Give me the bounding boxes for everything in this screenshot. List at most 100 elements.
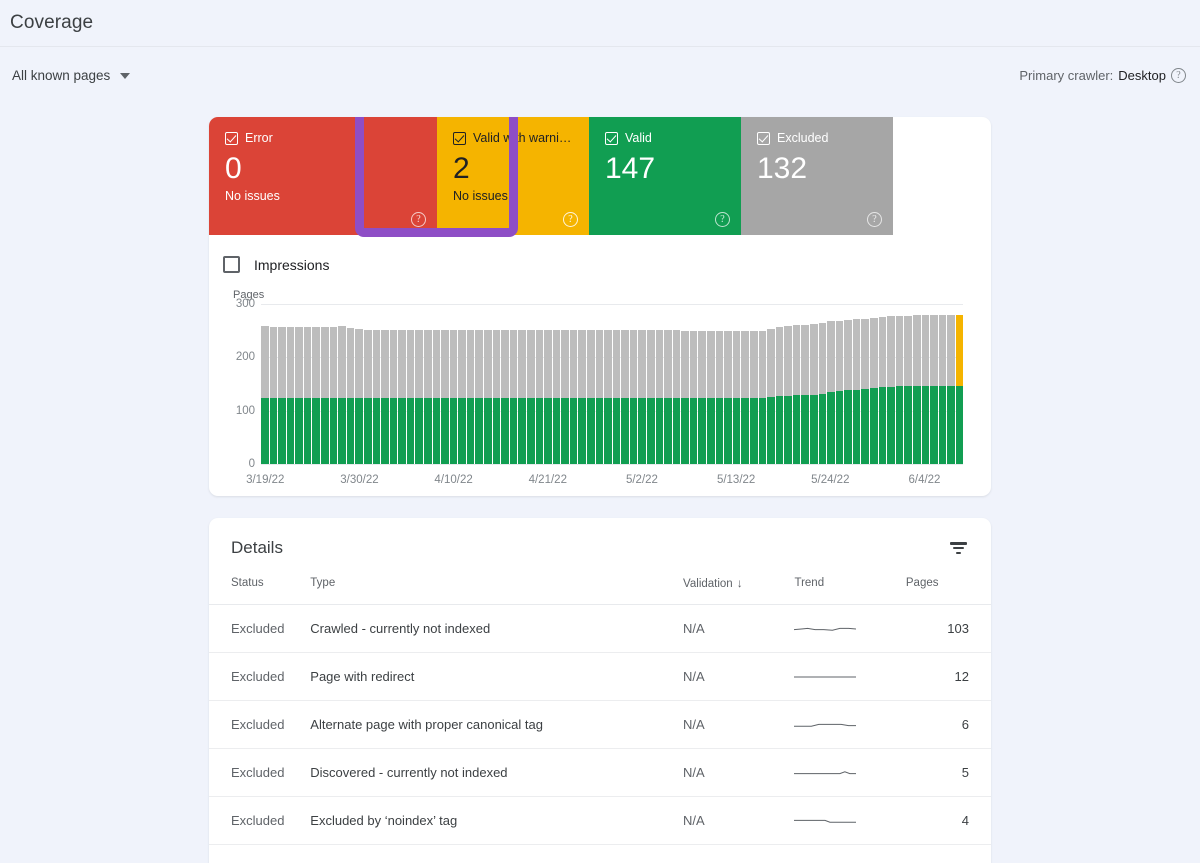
chart-bar[interactable] xyxy=(707,304,715,464)
chart-bar[interactable] xyxy=(767,304,775,464)
table-row[interactable]: ExcludedDuplicate, submitted URL not sel… xyxy=(209,844,991,863)
checkbox-checked-icon[interactable] xyxy=(757,131,770,145)
chart-bar[interactable] xyxy=(346,304,355,464)
chart-bar[interactable] xyxy=(389,304,398,464)
chart-bar[interactable] xyxy=(501,304,509,464)
chart-bar[interactable] xyxy=(303,304,312,464)
table-row[interactable]: Excluded Crawled - currently not indexed N… xyxy=(209,604,991,653)
help-icon[interactable]: ? xyxy=(1171,68,1186,83)
chart-bar[interactable] xyxy=(689,304,698,464)
chart-bar[interactable] xyxy=(724,304,732,464)
chart-bar[interactable] xyxy=(749,304,758,464)
chart-bar[interactable] xyxy=(544,304,552,464)
chart-bar[interactable] xyxy=(681,304,689,464)
column-header-validation[interactable]: Validation ↓ xyxy=(683,570,795,605)
chart-bar[interactable] xyxy=(887,304,895,464)
chart-bar[interactable] xyxy=(895,304,904,464)
chart-bar[interactable] xyxy=(423,304,432,464)
chart-bar[interactable] xyxy=(878,304,887,464)
help-icon[interactable]: ? xyxy=(715,212,730,227)
chart-bar[interactable] xyxy=(261,304,269,464)
chart-bar[interactable] xyxy=(758,304,767,464)
chart-bar[interactable] xyxy=(947,304,955,464)
chart-bar[interactable] xyxy=(449,304,458,464)
chart-bar[interactable] xyxy=(852,304,861,464)
column-header-type[interactable]: Type xyxy=(310,570,684,605)
chart-bar[interactable] xyxy=(818,304,827,464)
chart-bar[interactable] xyxy=(861,304,870,464)
chart-bar[interactable] xyxy=(904,304,912,464)
chart-bar[interactable] xyxy=(827,304,835,464)
chart-bar[interactable] xyxy=(484,304,492,464)
chart-bar[interactable] xyxy=(647,304,655,464)
chart-bar[interactable] xyxy=(844,304,852,464)
chart-bar[interactable] xyxy=(509,304,518,464)
chart-bar[interactable] xyxy=(612,304,621,464)
chart-bar[interactable] xyxy=(518,304,526,464)
chart-bar[interactable] xyxy=(698,304,707,464)
chart-bar[interactable] xyxy=(466,304,475,464)
chart-bar[interactable] xyxy=(938,304,947,464)
help-icon[interactable]: ? xyxy=(563,212,578,227)
chart-bar[interactable] xyxy=(406,304,415,464)
chart-bar[interactable] xyxy=(604,304,612,464)
chart-bar[interactable] xyxy=(741,304,749,464)
chart-bar[interactable] xyxy=(269,304,278,464)
status-card-valid[interactable]: Valid 147 ? xyxy=(589,117,741,235)
chart-bar[interactable] xyxy=(621,304,629,464)
chart-bar[interactable] xyxy=(286,304,295,464)
chart-bar[interactable] xyxy=(870,304,878,464)
impressions-toggle[interactable]: Impressions xyxy=(209,235,991,273)
chart-bar[interactable] xyxy=(526,304,535,464)
checkbox-checked-icon[interactable] xyxy=(453,131,466,145)
table-row[interactable]: Excluded Excluded by ‘noindex’ tag N/A 4 xyxy=(209,796,991,845)
chart-bar[interactable] xyxy=(398,304,406,464)
table-row[interactable]: Excluded Discovered - currently not index… xyxy=(209,748,991,797)
chart-bar[interactable] xyxy=(415,304,423,464)
column-header-trend[interactable]: Trend xyxy=(794,570,906,605)
chart-bar[interactable] xyxy=(672,304,681,464)
chart-bar[interactable] xyxy=(492,304,501,464)
filter-icon[interactable] xyxy=(947,539,969,557)
chart-bar[interactable] xyxy=(595,304,604,464)
chart-bar[interactable] xyxy=(638,304,647,464)
chart-bar[interactable] xyxy=(312,304,321,464)
chart-bar[interactable] xyxy=(835,304,844,464)
chart-bar[interactable] xyxy=(295,304,303,464)
column-header-pages[interactable]: Pages xyxy=(905,570,991,605)
chart-bar[interactable] xyxy=(792,304,801,464)
table-row[interactable]: Excluded Alternate page with proper canon… xyxy=(209,700,991,749)
status-card-valid-with-warnings[interactable]: Valid with warnin… 2 No issues ? xyxy=(437,117,589,235)
chart-bar[interactable] xyxy=(372,304,381,464)
chart-bar[interactable] xyxy=(552,304,561,464)
chart-bar[interactable] xyxy=(775,304,784,464)
chart-bar[interactable] xyxy=(784,304,792,464)
chart-bar[interactable] xyxy=(561,304,569,464)
chart-bar[interactable] xyxy=(535,304,544,464)
status-card-error[interactable]: Error 0 No issues ? xyxy=(209,117,437,235)
chart-bar[interactable] xyxy=(321,304,329,464)
all-known-pages-dropdown[interactable]: All known pages xyxy=(10,64,132,87)
chart-bar[interactable] xyxy=(664,304,672,464)
chart-bar[interactable] xyxy=(363,304,372,464)
chart-bar[interactable] xyxy=(810,304,818,464)
help-icon[interactable]: ? xyxy=(411,212,426,227)
chart-bar[interactable] xyxy=(432,304,441,464)
chart-bar[interactable] xyxy=(586,304,595,464)
chart-bar[interactable] xyxy=(921,304,930,464)
chart-bar[interactable] xyxy=(278,304,286,464)
chart-bar[interactable] xyxy=(655,304,664,464)
chart-bar[interactable] xyxy=(329,304,338,464)
chart-bar[interactable] xyxy=(578,304,586,464)
chart-bar[interactable] xyxy=(912,304,921,464)
column-header-status[interactable]: Status xyxy=(209,570,311,605)
chart-bar[interactable] xyxy=(381,304,389,464)
chart-bar[interactable] xyxy=(441,304,449,464)
chart-bar[interactable] xyxy=(475,304,484,464)
chart-bar[interactable] xyxy=(930,304,938,464)
chart-bar[interactable] xyxy=(715,304,724,464)
chart-bar[interactable] xyxy=(801,304,809,464)
table-row[interactable]: Excluded Page with redirect N/A 12 xyxy=(209,652,991,701)
chart-bar[interactable] xyxy=(732,304,741,464)
chart-bar[interactable] xyxy=(355,304,363,464)
